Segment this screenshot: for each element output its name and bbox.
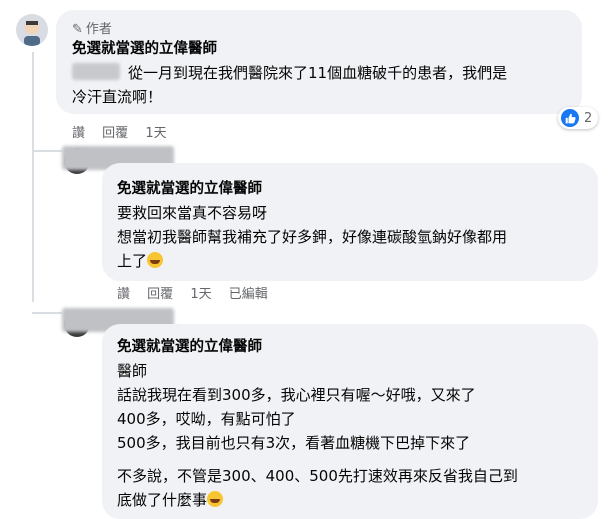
like-button[interactable]: 讚 — [117, 287, 130, 302]
author-badge: ✎ 作者 — [72, 22, 112, 37]
thread-curve-1 — [32, 150, 62, 152]
comment-text: 從一月到現在我們醫院來了11個血糖破千的患者，我們是 — [72, 62, 507, 84]
comment-text: 想當初我醫師幫我補充了好多鉀，好像連碳酸氫鈉好像都用 — [117, 228, 508, 246]
timestamp[interactable]: 1天 — [190, 287, 211, 302]
laughing-emoji-icon — [207, 491, 224, 507]
like-reaction-icon — [561, 109, 579, 127]
comment-actions: 讚 回覆 1天 — [72, 122, 180, 141]
reaction-count[interactable]: 2 — [558, 107, 599, 129]
comment-text: 冷汗直流啊！ — [72, 88, 163, 106]
comment-actions: 讚 回覆 1天 已編輯 — [117, 283, 281, 302]
comment-text: 要救回來當真不容易呀 — [117, 204, 268, 222]
comment-author[interactable]: 免選就當選的立偉醫師 — [117, 180, 262, 199]
avatar[interactable] — [16, 14, 48, 46]
comment-text: 醫師 — [117, 362, 148, 380]
pen-icon: ✎ — [72, 22, 83, 37]
comment-text: 話說我現在看到300多，我心裡只有喔～好哦，又來了 — [117, 386, 476, 404]
reply-button[interactable]: 回覆 — [147, 287, 173, 302]
comment-text: 底做了什麼事 — [117, 489, 224, 511]
edited-label: 已編輯 — [228, 287, 268, 302]
comment-author[interactable]: 免選就當選的立偉醫師 — [72, 40, 217, 59]
grinning-emoji-icon — [147, 252, 164, 268]
comment-text: 400多，哎呦，有點可怕了 — [117, 410, 296, 428]
thread-line — [32, 52, 34, 302]
thread-curve-2 — [32, 312, 62, 314]
timestamp[interactable]: 1天 — [145, 126, 166, 141]
comment-text: 不多說，不管是300、400、500先打速效再來反省我自己到 — [117, 467, 518, 485]
like-button[interactable]: 讚 — [72, 126, 85, 141]
comment-text: 上了 — [117, 250, 164, 272]
comment-author[interactable]: 免選就當選的立偉醫師 — [117, 338, 262, 357]
comment-text: 500多，我目前也只有3次，看著血糖機下巴掉下來了 — [117, 434, 471, 452]
reply-button[interactable]: 回覆 — [102, 126, 128, 141]
mention-blurred[interactable] — [72, 63, 120, 80]
